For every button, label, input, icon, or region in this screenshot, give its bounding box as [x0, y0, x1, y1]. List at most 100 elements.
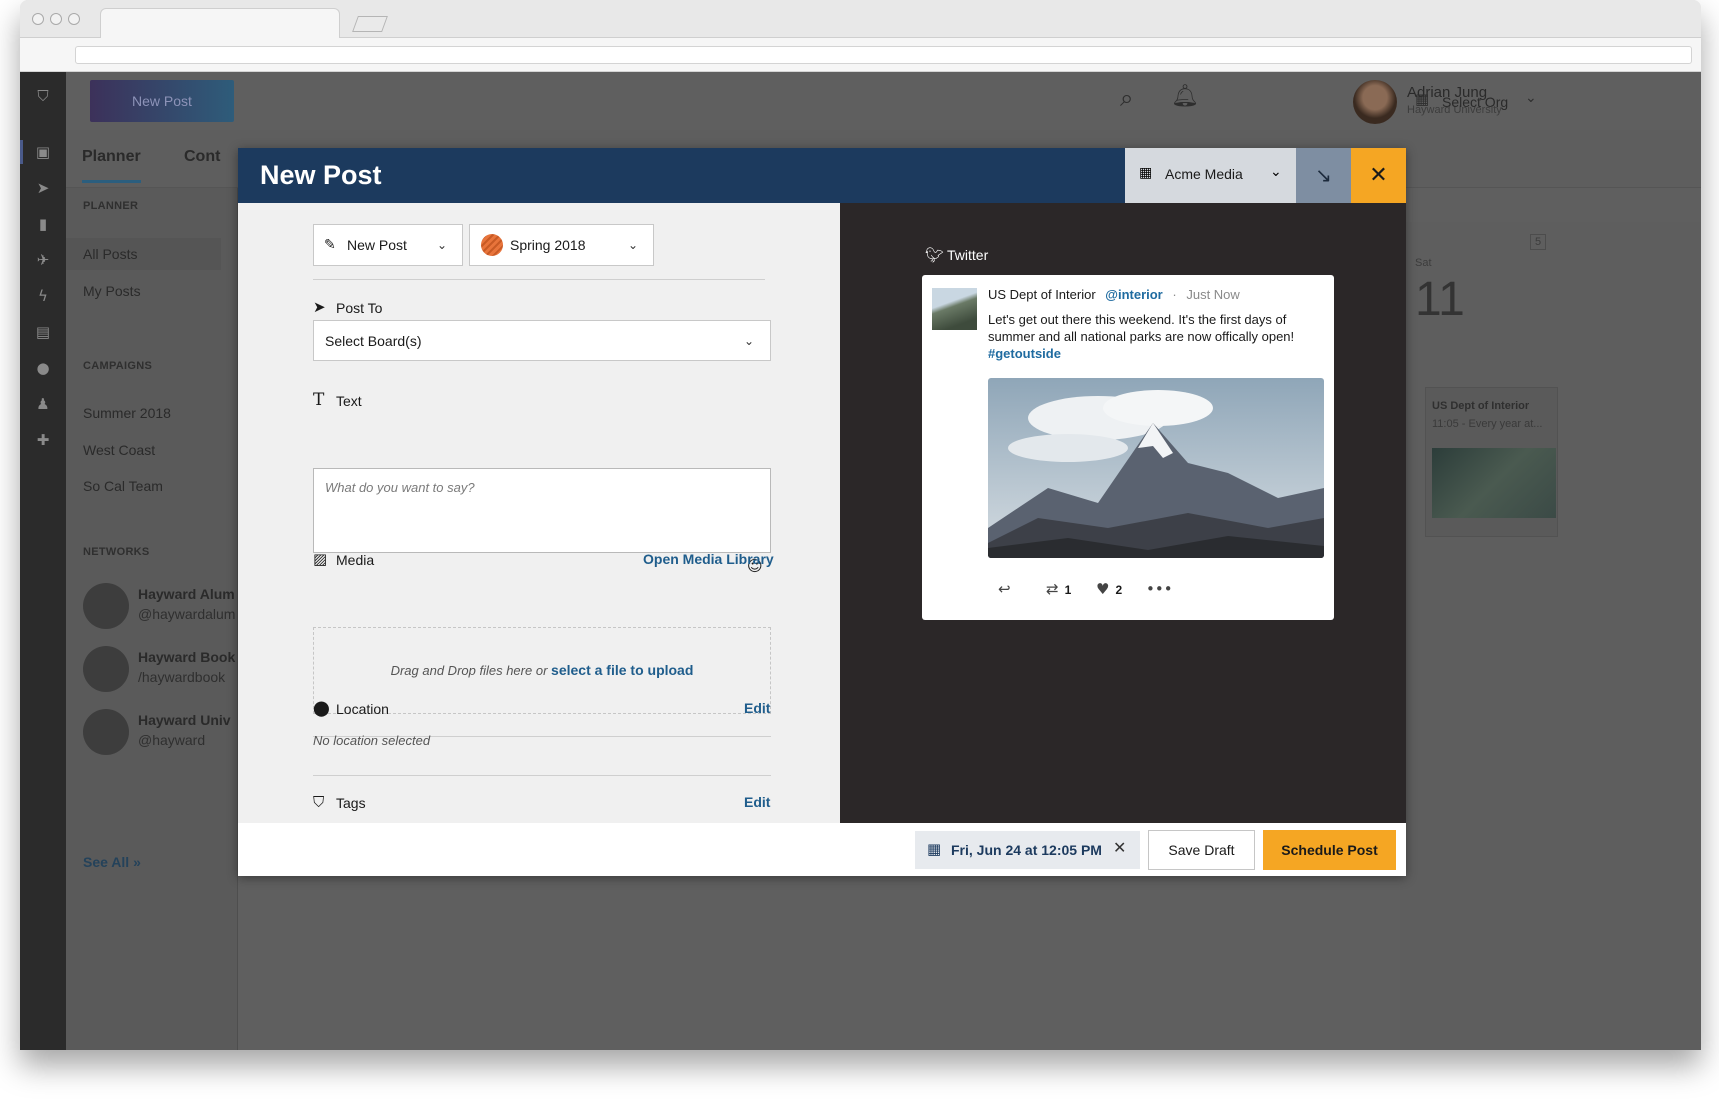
- chevron-down-icon: ⌄: [437, 238, 448, 252]
- calendar-icon: ▦: [927, 840, 942, 858]
- see-all-link[interactable]: See All »: [83, 854, 141, 870]
- tab-planner[interactable]: Planner: [82, 148, 141, 183]
- minimize-modal-button[interactable]: ↘: [1296, 148, 1351, 203]
- tweet-card: US Dept of Interior @interior · Just Now…: [922, 275, 1334, 620]
- send-icon[interactable]: ➤: [33, 178, 53, 198]
- tweet-hashtag: #getoutside: [988, 346, 1061, 361]
- building-icon: ▦: [1415, 90, 1430, 108]
- campaigns-heading: CAMPAIGNS: [83, 360, 153, 372]
- post-form: ✎ New Post ⌄ Spring 2018 ⌄ ➤ Post To Sel…: [238, 203, 840, 823]
- dropzone-text: Drag and Drop files here or: [390, 663, 548, 678]
- open-media-library-link[interactable]: Open Media Library: [643, 551, 774, 567]
- sidebar-item-my-posts[interactable]: My Posts: [83, 283, 141, 299]
- post-text-input[interactable]: What do you want to say?: [313, 468, 771, 553]
- shield-logo-icon[interactable]: ⛉: [33, 86, 53, 106]
- new-tab-button[interactable]: [352, 16, 388, 32]
- browser-titlebar: [20, 0, 1701, 38]
- select-file-link[interactable]: select a file to upload: [551, 662, 693, 678]
- send-icon: ➤: [313, 298, 326, 316]
- sidebar-item-west-coast[interactable]: West Coast: [83, 442, 155, 458]
- post-type-dropdown[interactable]: ✎ New Post ⌄: [313, 224, 463, 266]
- clear-date-icon[interactable]: ✕: [1113, 838, 1126, 857]
- map-pin-icon: ⬤: [313, 699, 330, 717]
- calendar-badge: 5: [1530, 234, 1547, 250]
- tweet-handle: @interior: [1105, 287, 1163, 302]
- schedule-date: Fri, Jun 24 at 12:05 PM: [951, 842, 1102, 858]
- sidebar-item-so-cal-team[interactable]: So Cal Team: [83, 478, 163, 494]
- sidebar-item-all-posts[interactable]: All Posts: [66, 238, 221, 270]
- tags-label: Tags: [336, 795, 366, 811]
- posts-icon[interactable]: ▣: [33, 142, 53, 162]
- networks-heading: NETWORKS: [83, 546, 150, 558]
- chevron-down-icon[interactable]: ⌄: [1525, 90, 1537, 106]
- chevron-down-icon: ⌄: [628, 238, 639, 252]
- network-avatar[interactable]: [83, 646, 129, 692]
- modal-footer: ▦ Fri, Jun 24 at 12:05 PM ✕ Save Draft S…: [238, 823, 1406, 876]
- more-icon[interactable]: •••: [1146, 580, 1173, 598]
- tweet-avatar: [932, 288, 977, 330]
- clipboard-icon[interactable]: ▤: [33, 322, 53, 342]
- media-label: Media: [336, 552, 375, 568]
- post-text-placeholder: What do you want to say?: [325, 480, 475, 495]
- location-value: No location selected: [313, 733, 431, 748]
- schedule-post-button[interactable]: Schedule Post: [1263, 830, 1396, 870]
- schedule-date-picker[interactable]: ▦ Fri, Jun 24 at 12:05 PM ✕: [915, 831, 1140, 869]
- retweet-icon: ⇄: [1046, 580, 1059, 598]
- network-name[interactable]: Hayward Book: [138, 649, 235, 665]
- like-count: 2: [1115, 583, 1123, 597]
- tag-icon: ⛉: [313, 793, 325, 811]
- calendar-post-card[interactable]: US Dept of Interior 11:05 - Every year a…: [1425, 387, 1558, 537]
- post-preview: 🐦︎ Twitter US Dept of Interior @interior…: [840, 203, 1406, 823]
- campaign-icon: [481, 234, 503, 256]
- network-avatar[interactable]: [83, 709, 129, 755]
- analytics-icon[interactable]: ▮: [33, 214, 53, 234]
- tags-edit-link[interactable]: Edit: [744, 794, 770, 810]
- modal-title: New Post: [260, 160, 382, 190]
- sidebar-item-summer-2018[interactable]: Summer 2018: [83, 405, 171, 421]
- minimize-window-button[interactable]: [50, 13, 62, 25]
- location-edit-link[interactable]: Edit: [744, 700, 770, 716]
- retweet-button[interactable]: ⇄ 1: [1046, 580, 1071, 598]
- rocket-icon[interactable]: ✈: [33, 250, 53, 270]
- campaign-dropdown[interactable]: Spring 2018 ⌄: [469, 224, 654, 266]
- avatar[interactable]: [1353, 80, 1397, 124]
- tweet-text: Let's get out there this weekend. It's t…: [988, 312, 1295, 344]
- see-all-label: See All: [83, 854, 130, 870]
- puzzle-icon[interactable]: ✚: [33, 430, 53, 450]
- org-selector-label: Acme Media: [1165, 166, 1243, 182]
- like-button[interactable]: ♥ 2: [1096, 580, 1122, 598]
- select-org-dropdown[interactable]: Select Org: [1442, 94, 1508, 110]
- network-handle: @hayward: [138, 732, 206, 748]
- network-handle: /haywardbook: [138, 669, 226, 685]
- new-post-button[interactable]: New Post: [90, 80, 234, 122]
- org-selector[interactable]: ▦ Acme Media ⌄: [1125, 148, 1296, 203]
- network-avatar[interactable]: [83, 583, 129, 629]
- maximize-window-button[interactable]: [68, 13, 80, 25]
- chevron-down-icon: ⌄: [744, 334, 755, 348]
- text-label: Text: [336, 393, 362, 409]
- close-window-button[interactable]: [32, 13, 44, 25]
- network-name[interactable]: Hayward Alum: [138, 586, 235, 602]
- reply-icon[interactable]: ↩: [998, 580, 1011, 598]
- tab-content[interactable]: Cont: [184, 148, 220, 166]
- image-icon: ▨: [313, 550, 328, 568]
- boards-select[interactable]: Select Board(s) ⌄: [313, 320, 771, 361]
- bell-icon[interactable]: 🔔︎: [1171, 84, 1199, 109]
- lightning-icon[interactable]: ϟ: [33, 286, 53, 306]
- network-name[interactable]: Hayward Univ: [138, 712, 231, 728]
- browser-window: ⛉ ▣ ➤ ▮ ✈ ϟ ▤ ● ♟ ✚ New Post ⌕ 🔔︎ Adrian…: [20, 0, 1701, 1050]
- address-bar[interactable]: [75, 46, 1692, 64]
- close-modal-button[interactable]: ✕: [1351, 148, 1406, 203]
- browser-tab[interactable]: [100, 8, 340, 38]
- save-draft-button[interactable]: Save Draft: [1148, 830, 1255, 870]
- mountain-image: [988, 378, 1324, 558]
- campaign-label: Spring 2018: [510, 237, 586, 253]
- twitter-icon: 🐦︎: [925, 246, 945, 264]
- modal-header: New Post ▦ Acme Media ⌄ ↘ ✕: [238, 148, 1406, 203]
- browser-toolbar: [20, 38, 1701, 72]
- user-icon[interactable]: ♟: [33, 394, 53, 414]
- preview-network-label: Twitter: [947, 247, 989, 263]
- lightbulb-icon[interactable]: ●: [33, 358, 53, 378]
- tweet-header: US Dept of Interior @interior · Just Now: [988, 287, 1240, 302]
- search-icon[interactable]: ⌕: [1120, 84, 1133, 112]
